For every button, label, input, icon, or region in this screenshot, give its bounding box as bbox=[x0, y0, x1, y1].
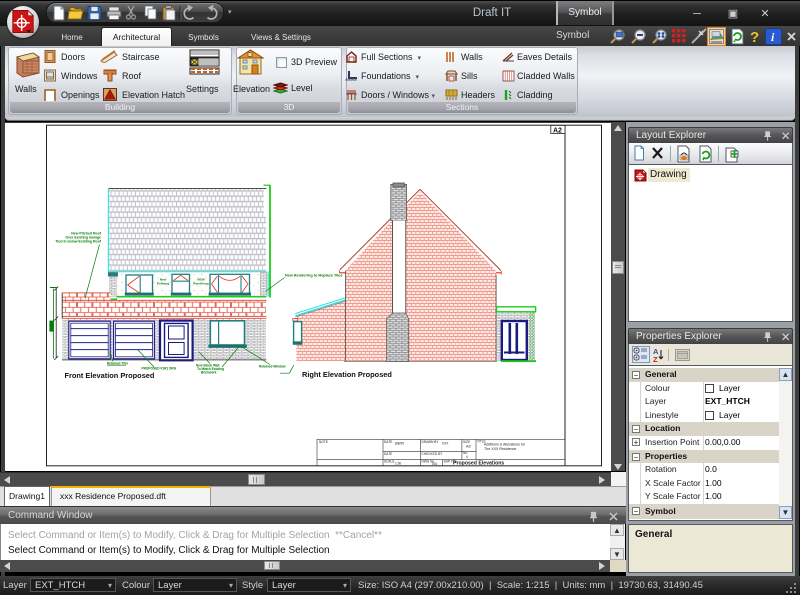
svg-text:SCALE: SCALE bbox=[384, 460, 394, 464]
svg-text:Retained Trim: Retained Trim bbox=[107, 361, 128, 365]
svg-text:Z: Z bbox=[653, 355, 658, 363]
svg-text:NOTE: NOTE bbox=[319, 440, 328, 444]
svg-text:?: ? bbox=[750, 29, 759, 46]
svg-text:Retained Window: Retained Window bbox=[259, 364, 286, 368]
svg-text:Right Elevation Proposed: Right Elevation Proposed bbox=[302, 370, 392, 379]
svg-text:New Rendering to Replace Tiles: New Rendering to Replace Tiles bbox=[285, 274, 343, 278]
svg-text:CHECKED BY: CHECKED BY bbox=[422, 452, 444, 456]
svg-text:1:50: 1:50 bbox=[395, 462, 401, 466]
svg-text:Rendering: Rendering bbox=[193, 282, 208, 286]
svg-text:DATE: DATE bbox=[384, 440, 392, 444]
svg-text:Brickwork: Brickwork bbox=[201, 371, 217, 375]
svg-text:DRAWN BY: DRAWN BY bbox=[422, 440, 440, 444]
svg-text:Front Elevation Proposed: Front Elevation Proposed bbox=[65, 371, 155, 380]
svg-text:Pointing: Pointing bbox=[157, 282, 169, 286]
svg-text:Proposed Elevations: Proposed Elevations bbox=[453, 461, 504, 467]
svg-text:001: 001 bbox=[432, 462, 438, 466]
svg-text:Additions & Alterations for: Additions & Alterations for bbox=[484, 443, 526, 447]
svg-text:XXX: XXX bbox=[442, 442, 449, 446]
svg-text:8/8/99: 8/8/99 bbox=[395, 442, 404, 446]
svg-text:Tied in below Existing Roof: Tied in below Existing Roof bbox=[55, 240, 101, 244]
svg-text:The XXX Residence: The XXX Residence bbox=[484, 447, 516, 451]
svg-text:DATE: DATE bbox=[384, 452, 392, 456]
svg-text:A2: A2 bbox=[466, 444, 472, 449]
svg-text:A2: A2 bbox=[553, 127, 562, 134]
svg-text:4: 4 bbox=[466, 455, 468, 459]
svg-text:PROPOSED F1R1 DRG: PROPOSED F1R1 DRG bbox=[142, 366, 177, 370]
